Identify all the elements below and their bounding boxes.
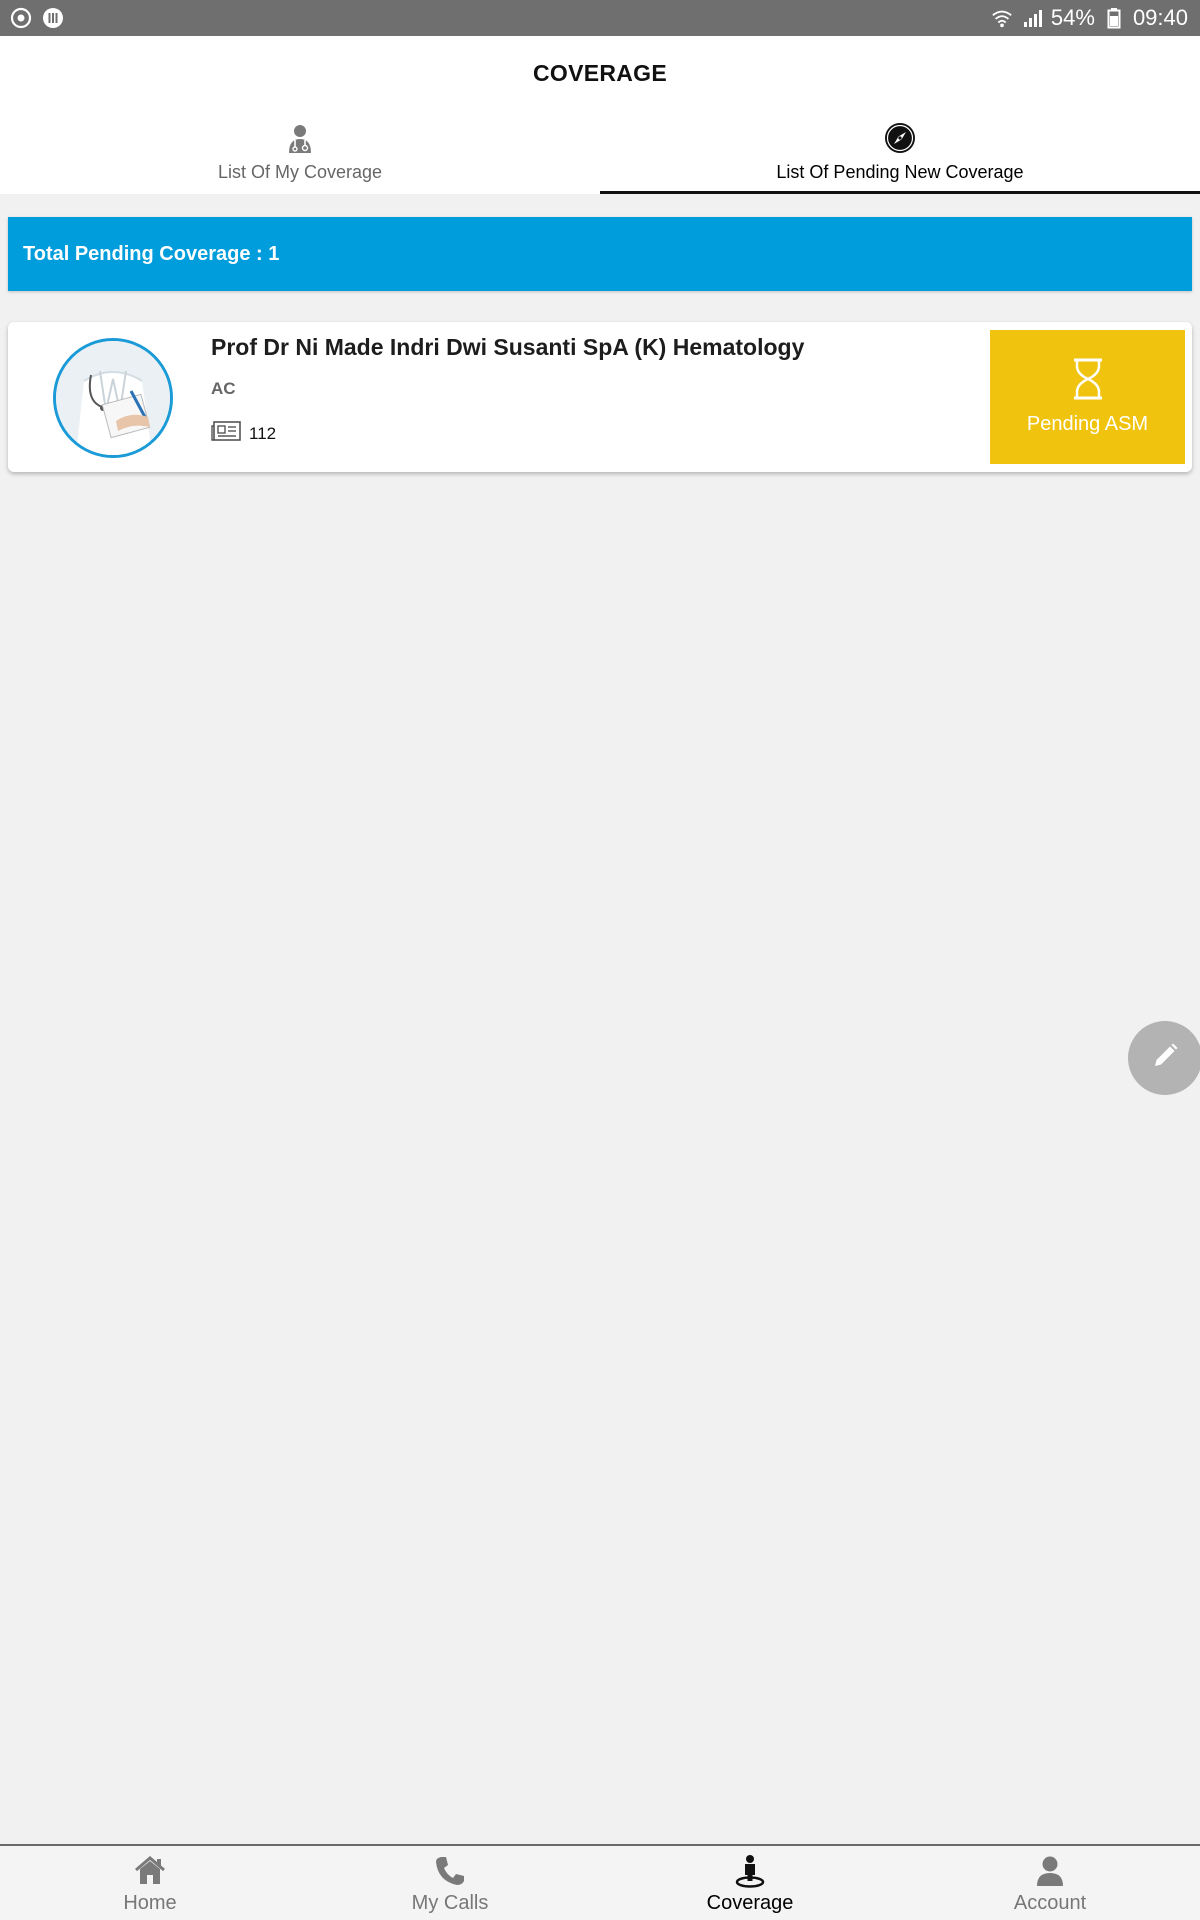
signal-icon	[1021, 7, 1043, 29]
status-bar: 54% 09:40	[0, 0, 1200, 36]
tab-label: List Of Pending New Coverage	[776, 162, 1024, 182]
coverage-card[interactable]: Prof Dr Ni Made Indri Dwi Susanti SpA (K…	[8, 322, 1192, 472]
nav-label: My Calls	[411, 1892, 489, 1914]
tab-pending-new-coverage[interactable]: List Of Pending New Coverage	[600, 122, 1200, 194]
active-tab-indicator	[600, 191, 1200, 194]
doctor-code: 112	[249, 423, 277, 443]
tab-my-coverage[interactable]: List Of My Coverage	[0, 122, 600, 194]
doctor-name: Prof Dr Ni Made Indri Dwi Susanti SpA (K…	[211, 334, 805, 360]
tab-label: List Of My Coverage	[217, 162, 383, 182]
nav-label: Account	[1013, 1892, 1087, 1914]
doctor-icon	[284, 122, 316, 154]
status-bar-right: 54% 09:40	[991, 5, 1188, 31]
clock: 09:40	[1132, 5, 1188, 30]
total-pending-text: Total Pending Coverage : 1	[23, 242, 280, 265]
account-icon	[1033, 1854, 1067, 1888]
coverage-person-icon	[733, 1854, 767, 1888]
bottom-navigation: Home My Calls Coverage Account	[0, 1844, 1200, 1920]
nav-home[interactable]: Home	[0, 1846, 300, 1920]
nav-coverage[interactable]: Coverage	[600, 1846, 900, 1920]
app-notification-icon	[42, 7, 64, 29]
battery-percent: 54%	[1050, 5, 1095, 30]
phone-icon	[433, 1854, 467, 1888]
pending-asm-button[interactable]: Pending ASM	[990, 330, 1185, 464]
doctor-code-row: 112	[211, 420, 276, 447]
status-bar-left	[10, 7, 64, 29]
nav-my-calls[interactable]: My Calls	[300, 1846, 600, 1920]
sync-icon	[10, 7, 32, 29]
status-label: Pending ASM	[1026, 413, 1149, 435]
header: COVERAGE List Of My Coverage List Of Pen…	[0, 36, 1200, 194]
nav-account[interactable]: Account	[900, 1846, 1200, 1920]
home-icon	[133, 1854, 167, 1888]
battery-icon	[1103, 7, 1125, 29]
nav-label: Coverage	[706, 1892, 794, 1914]
hourglass-icon	[1071, 358, 1105, 405]
compass-icon	[884, 122, 916, 154]
page-title: COVERAGE	[532, 60, 668, 86]
edit-fab-button[interactable]	[1128, 1021, 1200, 1095]
pencil-icon	[1150, 1041, 1180, 1076]
id-card-icon	[211, 420, 241, 447]
nav-label: Home	[123, 1892, 177, 1914]
doctor-avatar	[53, 338, 173, 458]
wifi-icon	[991, 7, 1013, 29]
doctor-class: AC	[211, 379, 236, 398]
total-pending-banner: Total Pending Coverage : 1	[8, 217, 1192, 291]
